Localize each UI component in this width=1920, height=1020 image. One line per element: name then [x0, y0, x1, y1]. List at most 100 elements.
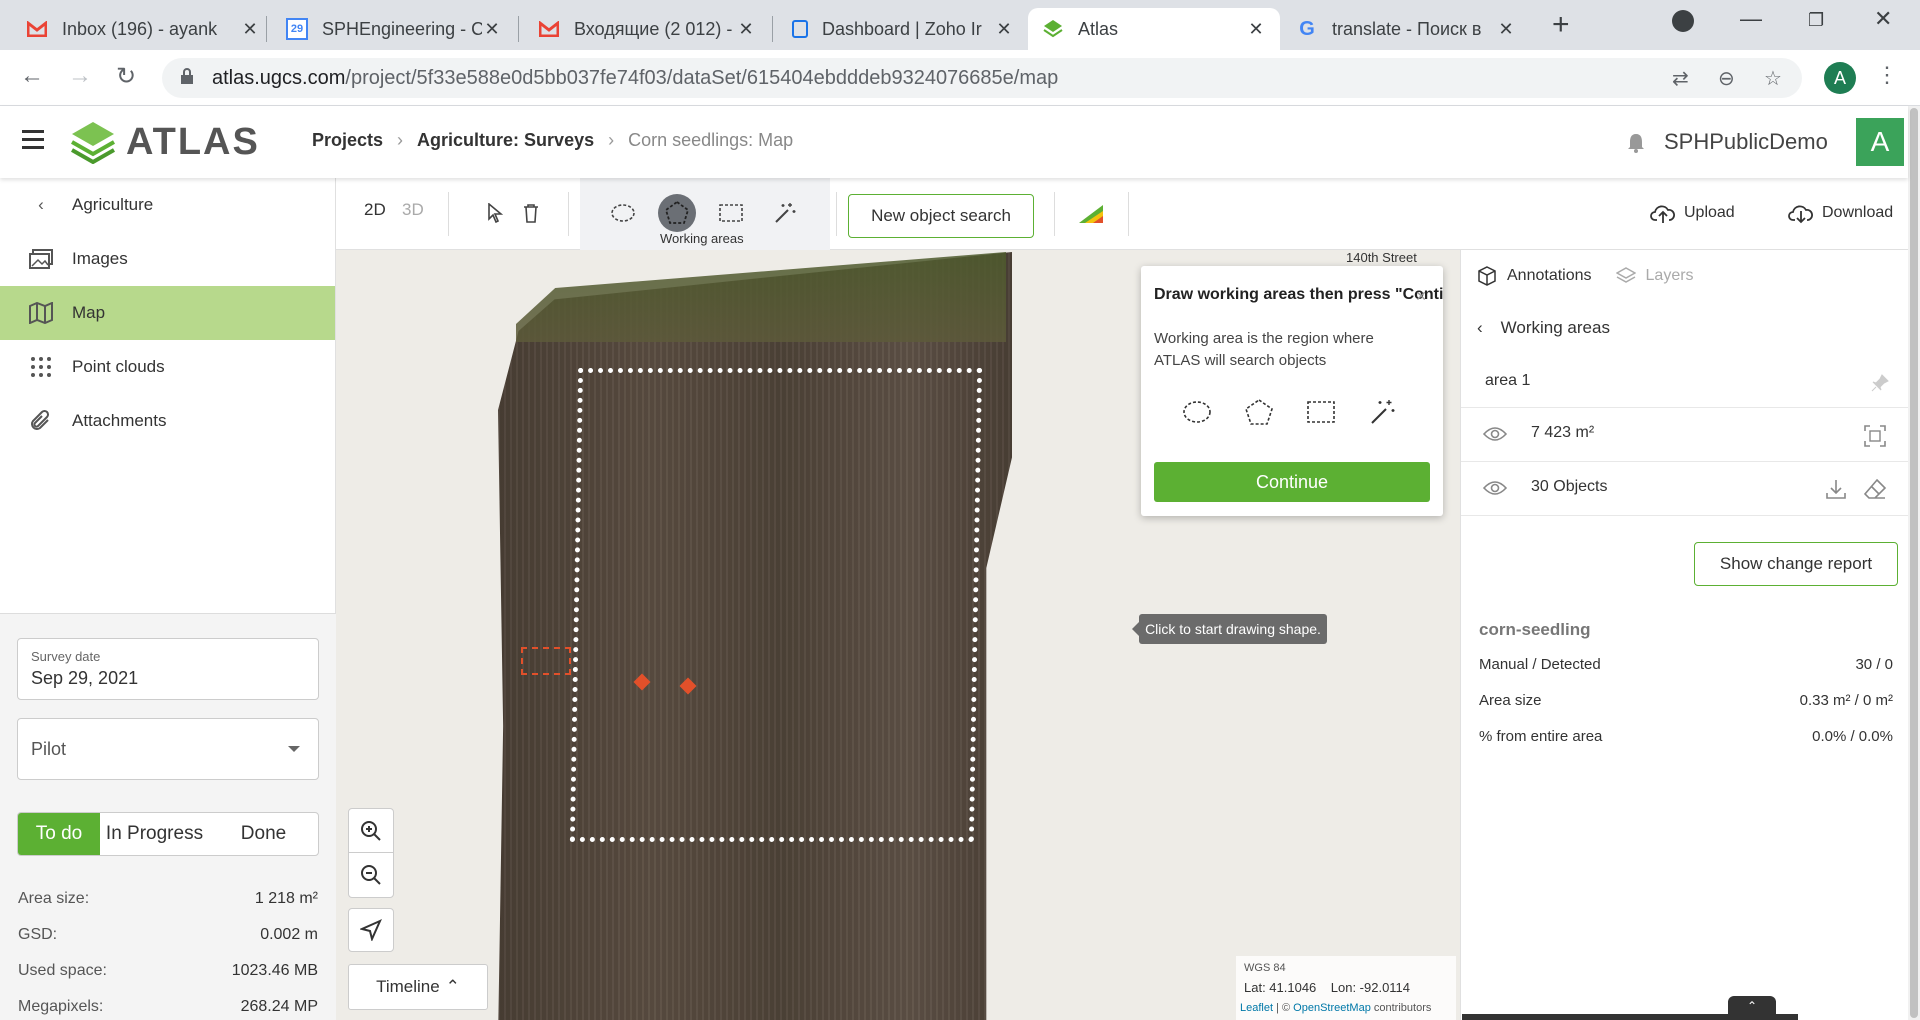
- close-tab-icon[interactable]: ✕: [482, 19, 502, 40]
- browser-tab-bar: Inbox (196) - ayank ✕ 29 SPHEngineering …: [0, 0, 1920, 50]
- objects-row: 30 Objects: [1461, 462, 1909, 516]
- survey-date-field[interactable]: Survey date Sep 29, 2021: [17, 638, 319, 700]
- delete-trash-icon[interactable]: [516, 198, 546, 228]
- reload-icon[interactable]: ↻: [116, 62, 136, 91]
- url-host: atlas.ugcs.com: [212, 67, 346, 89]
- rectangle-tool-icon[interactable]: [716, 198, 746, 228]
- grass-strip: [516, 252, 1006, 342]
- close-tab-icon[interactable]: ✕: [736, 19, 756, 40]
- sidebar-item-map[interactable]: Map: [0, 286, 335, 340]
- notification-bell-icon[interactable]: [1626, 132, 1646, 154]
- attachment-icon: [28, 408, 54, 434]
- zoom-out-icon[interactable]: [349, 853, 393, 897]
- select-cursor-icon[interactable]: [480, 198, 510, 228]
- pilot-select[interactable]: Pilot: [17, 718, 319, 780]
- upload-button[interactable]: Upload: [1650, 202, 1735, 224]
- close-tab-icon[interactable]: ✕: [1496, 19, 1516, 40]
- browser-tab-google[interactable]: G translate - Поиск в ✕: [1282, 8, 1530, 50]
- annotation-box[interactable]: [521, 647, 571, 675]
- eye-icon[interactable]: [1483, 426, 1507, 442]
- continue-button[interactable]: Continue: [1154, 462, 1430, 502]
- back-arrow-icon[interactable]: ←: [20, 62, 44, 90]
- tab-search-icon[interactable]: [1672, 10, 1694, 32]
- avatar[interactable]: A: [1856, 118, 1904, 166]
- bookmark-star-icon[interactable]: ☆: [1764, 66, 1782, 91]
- area-list-item[interactable]: area 1: [1461, 358, 1909, 408]
- zoom-in-icon[interactable]: [349, 809, 393, 853]
- working-areas-back[interactable]: ‹ Working areas: [1477, 318, 1610, 338]
- page-scrollbar[interactable]: [1908, 106, 1920, 1020]
- osm-link[interactable]: OpenStreetMap: [1293, 1002, 1371, 1014]
- browser-tab-gmail[interactable]: Inbox (196) - ayank ✕: [12, 8, 274, 50]
- sidebar-back-agriculture[interactable]: ‹ Agriculture: [0, 178, 335, 232]
- magic-wand-icon[interactable]: [1367, 396, 1399, 428]
- sidebar-item-images[interactable]: Images: [0, 232, 335, 286]
- ellipse-tool-icon[interactable]: [608, 198, 638, 228]
- download-button[interactable]: Download: [1788, 202, 1893, 224]
- manual-detected-row: Manual / Detected 30 / 0: [1479, 656, 1893, 673]
- polygon-tool-icon[interactable]: [1243, 396, 1275, 428]
- ellipse-tool-icon[interactable]: [1181, 396, 1213, 428]
- status-todo-button[interactable]: To do: [18, 813, 100, 855]
- eraser-icon[interactable]: [1863, 478, 1887, 500]
- cube-icon: [1478, 266, 1496, 286]
- atlas-favicon-icon: [1042, 18, 1064, 40]
- chevron-up-icon[interactable]: ⌃: [1728, 996, 1776, 1016]
- download-icon[interactable]: [1825, 478, 1847, 500]
- popup-shape-tools: [1181, 396, 1399, 428]
- browser-tab-gmail-2[interactable]: Входящие (2 012) - ✕: [524, 8, 770, 50]
- working-area-shape[interactable]: [569, 368, 983, 842]
- zoom-out-icon[interactable]: ⊖: [1718, 66, 1735, 91]
- map-toolbar: 2D 3D Working areas New object search: [336, 178, 1460, 250]
- elevation-layer-icon[interactable]: [1076, 198, 1106, 228]
- close-tab-icon[interactable]: ✕: [1246, 19, 1266, 40]
- browser-tab-zoho[interactable]: Dashboard | Zoho Ir ✕: [778, 8, 1028, 50]
- status-done-button[interactable]: Done: [209, 813, 318, 855]
- url-path: /project/5f33e588e0d5bb037fe74f03/dataSe…: [345, 67, 1059, 89]
- restore-icon[interactable]: ❐: [1808, 10, 1824, 31]
- locate-icon[interactable]: [348, 908, 394, 952]
- status-in-progress-button[interactable]: In Progress: [100, 813, 209, 855]
- url-field[interactable]: atlas.ugcs.com/project/5f33e588e0d5bb037…: [162, 58, 1802, 98]
- leaflet-link[interactable]: Leaflet: [1240, 1002, 1273, 1014]
- address-bar-row: ← → ↻ atlas.ugcs.com/project/5f33e588e0d…: [0, 50, 1920, 106]
- minimize-icon[interactable]: —: [1740, 6, 1762, 32]
- user-name[interactable]: SPHPublicDemo: [1664, 129, 1828, 155]
- pin-icon[interactable]: [1871, 374, 1889, 392]
- tab-annotations[interactable]: Annotations: [1477, 266, 1592, 286]
- close-tab-icon[interactable]: ✕: [994, 19, 1014, 40]
- browser-profile-avatar[interactable]: A: [1824, 62, 1856, 94]
- popup-title: Draw working areas then press "Continue": [1154, 286, 1443, 303]
- hamburger-menu-icon[interactable]: [22, 130, 44, 149]
- new-tab-icon[interactable]: +: [1552, 8, 1570, 42]
- google-icon: G: [1299, 17, 1315, 40]
- rectangle-tool-icon[interactable]: [1305, 396, 1337, 428]
- magic-wand-icon[interactable]: [770, 198, 800, 228]
- new-object-search-button[interactable]: New object search: [848, 194, 1034, 238]
- breadcrumb-project[interactable]: Agriculture: Surveys: [417, 130, 594, 151]
- polygon-tool-icon[interactable]: [658, 194, 696, 232]
- close-icon[interactable]: ✕: [1415, 288, 1427, 305]
- atlas-logo[interactable]: ATLAS: [70, 120, 260, 164]
- mode-3d-button[interactable]: 3D: [402, 200, 424, 220]
- browser-tab-calendar[interactable]: 29 SPHEngineering - C ✕: [272, 8, 516, 50]
- tab-layers[interactable]: Layers: [1615, 266, 1694, 286]
- mode-2d-button[interactable]: 2D: [364, 200, 386, 220]
- browser-tab-atlas[interactable]: Atlas ✕: [1028, 8, 1280, 50]
- right-panel: Annotations Layers ‹ Working areas area …: [1460, 250, 1909, 1020]
- fit-bounds-icon[interactable]: [1863, 424, 1887, 448]
- forward-arrow-icon[interactable]: →: [68, 62, 92, 90]
- status-toggle: To do In Progress Done: [17, 812, 319, 856]
- sidebar-item-point-clouds[interactable]: Point clouds: [0, 340, 335, 394]
- timeline-button[interactable]: Timeline ⌃: [348, 964, 488, 1010]
- breadcrumb-projects[interactable]: Projects: [312, 130, 383, 151]
- stat-used-space: Used space: 1023.46 MB: [18, 962, 318, 979]
- translate-icon[interactable]: ⇄: [1672, 66, 1689, 91]
- calendar-icon: 29: [286, 18, 308, 40]
- window-close-icon[interactable]: ✕: [1874, 6, 1892, 32]
- eye-icon[interactable]: [1483, 480, 1507, 496]
- sidebar-item-attachments[interactable]: Attachments: [0, 394, 335, 448]
- show-change-report-button[interactable]: Show change report: [1694, 542, 1898, 586]
- browser-menu-icon[interactable]: ⋮: [1876, 62, 1898, 88]
- close-tab-icon[interactable]: ✕: [240, 19, 260, 40]
